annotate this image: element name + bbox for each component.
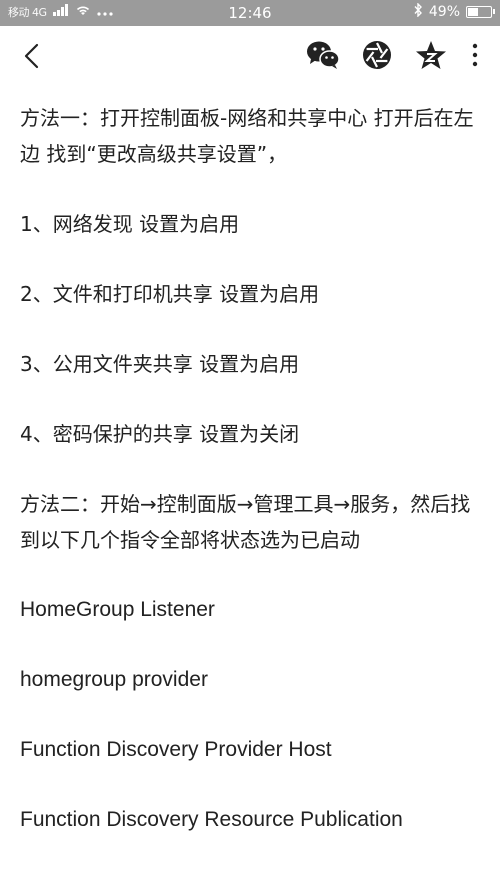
share-wechat-button[interactable] (306, 40, 340, 74)
battery-level (468, 8, 478, 16)
more-button[interactable] (468, 40, 482, 74)
status-right: 49% (413, 2, 495, 21)
top-toolbar (0, 26, 500, 90)
paragraph-step-2: 2、文件和打印机共享 设置为启用 (20, 282, 320, 306)
battery-icon (466, 6, 495, 18)
bluetooth-icon (413, 2, 423, 21)
more-vertical-icon (472, 43, 478, 71)
status-bar: 移动 4G 12:46 49% (0, 0, 500, 26)
paragraph-method-two: 方法二：开始→控制面版→管理工具→服务，然后找到以下几个指令全部将状态选为已启动 (20, 492, 471, 552)
share-actions (306, 40, 482, 74)
service-homegroup-provider: homegroup provider (20, 668, 208, 691)
chevron-left-icon (22, 42, 42, 74)
service-fd-resource-publication: Function Discovery Resource Publication (20, 808, 403, 831)
paragraph-step-1: 1、网络发现 设置为启用 (20, 212, 240, 236)
share-qzone-button[interactable] (414, 40, 448, 74)
wechat-icon (306, 40, 340, 74)
battery-percent: 49% (428, 4, 460, 20)
article-content: 方法一：打开控制面板-网络和共享中心 打开后在左边 找到“更改高级共享设置”， … (20, 100, 480, 872)
service-fd-provider-host: Function Discovery Provider Host (20, 738, 332, 761)
star-icon (415, 39, 447, 75)
share-moments-button[interactable] (360, 40, 394, 74)
paragraph-step-4: 4、密码保护的共享 设置为关闭 (20, 422, 300, 446)
back-button[interactable] (14, 40, 50, 76)
paragraph-step-3: 3、公用文件夹共享 设置为启用 (20, 352, 300, 376)
aperture-icon (361, 39, 393, 75)
paragraph-method-one: 方法一：打开控制面板-网络和共享中心 打开后在左边 找到“更改高级共享设置”， (20, 106, 474, 166)
service-homegroup-listener: HomeGroup Listener (20, 598, 215, 621)
